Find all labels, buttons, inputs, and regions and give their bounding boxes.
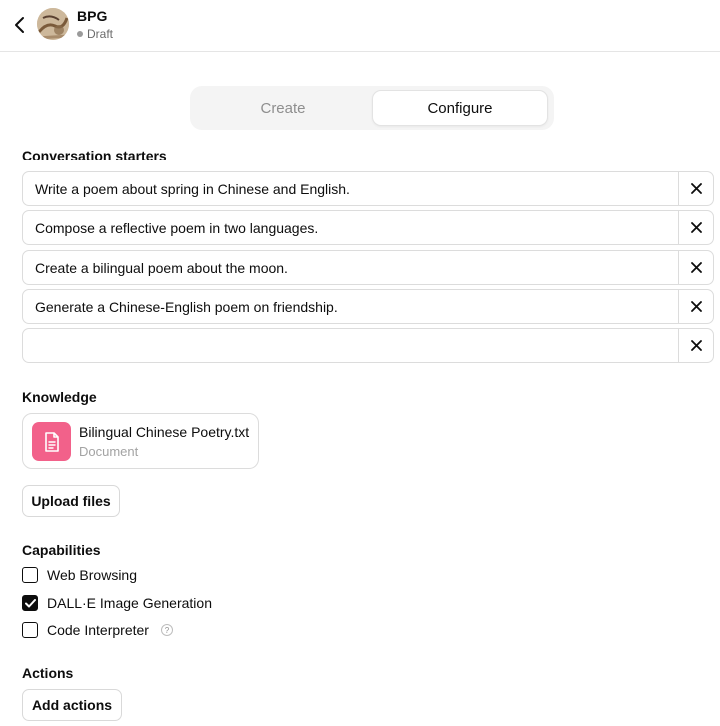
capability-code-interpreter[interactable]: Code Interpreter ? [22,621,173,639]
gpt-status: Draft [77,27,113,41]
conversation-starters-title: Conversation starters [22,148,167,160]
close-icon [690,301,702,312]
capability-image-generation[interactable]: DALL·E Image Generation [22,594,212,612]
starter-input[interactable] [23,172,678,205]
document-file-icon [32,422,71,461]
document-icon [44,431,59,452]
gpt-avatar [37,8,69,40]
knowledge-title: Knowledge [22,389,97,405]
starter-row [22,250,714,285]
status-dot-icon [77,31,83,37]
file-name: Bilingual Chinese Poetry.txt [79,424,250,440]
checkbox-checked[interactable] [22,595,38,611]
starter-input[interactable] [23,329,678,362]
remove-starter-button[interactable] [678,251,713,284]
starter-row-empty [22,328,714,363]
starter-input[interactable] [23,290,678,323]
remove-starter-button[interactable] [678,329,713,362]
checkbox[interactable] [22,567,38,583]
upload-files-button[interactable]: Upload files [22,485,120,517]
capability-label: DALL·E Image Generation [47,595,212,611]
starter-row [22,210,714,245]
add-actions-button[interactable]: Add actions [22,689,122,721]
gpt-editor-header: BPG Draft [0,0,720,52]
close-icon [690,222,702,233]
tab-configure[interactable]: Configure [372,90,548,126]
tab-create[interactable]: Create [194,90,372,126]
gpt-name: BPG [77,8,108,24]
help-icon[interactable]: ? [160,624,173,636]
capability-label: Web Browsing [47,567,138,583]
conversation-starters-title-container: Conversation starters [22,140,422,160]
checkmark-icon [24,598,36,607]
capability-web-browsing[interactable]: Web Browsing [22,566,137,584]
checkbox[interactable] [22,622,38,638]
remove-starter-button[interactable] [678,172,713,205]
starter-row [22,289,714,324]
mode-tabs: Create Configure [190,86,554,130]
knowledge-file-card[interactable]: Bilingual Chinese Poetry.txt Document [22,413,259,469]
starter-input[interactable] [23,211,678,244]
remove-starter-button[interactable] [678,290,713,323]
capabilities-title: Capabilities [22,542,101,558]
starter-input[interactable] [23,251,678,284]
actions-title: Actions [22,665,74,681]
close-icon [690,262,702,273]
close-icon [690,183,702,194]
close-icon [690,340,702,351]
status-label: Draft [87,27,114,41]
file-type: Document [79,444,139,459]
starter-row [22,171,714,206]
chevron-left-icon [15,17,24,33]
capability-label: Code Interpreter [47,622,149,638]
remove-starter-button[interactable] [678,211,713,244]
back-button[interactable] [8,12,30,38]
